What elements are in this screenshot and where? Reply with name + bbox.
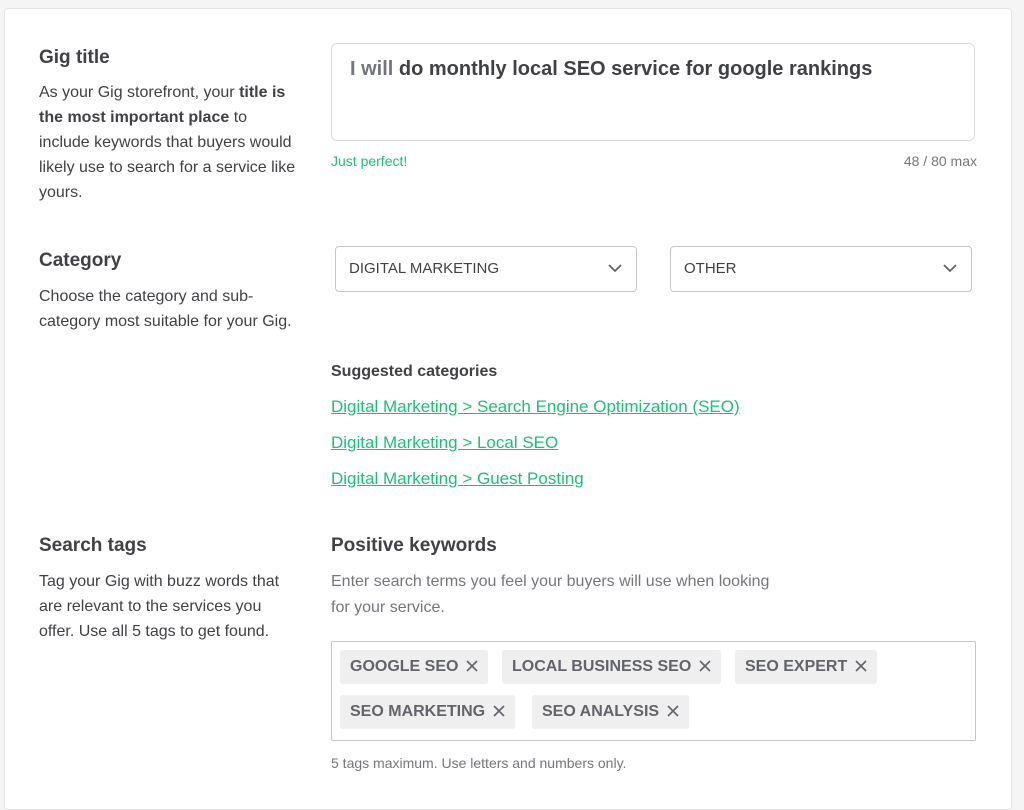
tag-chip: SEO MARKETING xyxy=(340,695,516,729)
tag-chip: SEO ANALYSIS xyxy=(532,695,690,729)
overview-form-card: Gig title As your Gig storefront, your t… xyxy=(4,8,1012,810)
suggested-category-link[interactable]: Digital Marketing > Search Engine Optimi… xyxy=(331,397,740,417)
positive-keywords-description: Enter search terms you feel your buyers … xyxy=(331,573,770,616)
chevron-down-icon xyxy=(943,264,957,273)
tag-label: SEO EXPERT xyxy=(745,658,848,675)
suggested-categories-heading: Suggested categories xyxy=(331,363,498,380)
close-icon[interactable] xyxy=(699,660,711,672)
tag-label: GOOGLE SEO xyxy=(350,658,459,675)
suggested-category-link[interactable]: Digital Marketing > Guest Posting xyxy=(331,469,584,489)
chevron-down-icon xyxy=(608,264,622,273)
tags-note: 5 tags maximum. Use letters and numbers … xyxy=(331,755,627,771)
title-char-counter: 48 / 80 max xyxy=(903,153,977,169)
title-prefix: I will xyxy=(350,58,394,80)
suggested-category-link[interactable]: Digital Marketing > Local SEO xyxy=(331,433,558,453)
close-icon[interactable] xyxy=(667,705,679,717)
close-icon[interactable] xyxy=(855,660,867,672)
title-status: Just perfect! xyxy=(331,153,408,169)
tag-label: LOCAL BUSINESS SEO xyxy=(512,658,692,675)
gig-title-desc-text: As your Gig storefront, your xyxy=(39,84,240,101)
category-description: Choose the category and sub-category mos… xyxy=(39,288,292,330)
gig-title-description: As your Gig storefront, your title is th… xyxy=(39,80,301,205)
search-tags-description: Tag your Gig with buzz words that are re… xyxy=(39,573,280,640)
close-icon[interactable] xyxy=(466,660,479,672)
title-value: do monthly local SEO service for google … xyxy=(398,58,873,80)
category-select[interactable]: DIGITAL MARKETING xyxy=(335,246,637,292)
tag-label: SEO ANALYSIS xyxy=(542,703,660,720)
subcategory-select-value: OTHER xyxy=(684,260,737,277)
gig-title-input[interactable]: I will do monthly local SEO service for … xyxy=(331,43,975,141)
gig-title-heading: Gig title xyxy=(39,47,110,68)
search-tags-heading: Search tags xyxy=(39,535,147,556)
positive-keywords-heading: Positive keywords xyxy=(331,535,497,556)
tag-chip: SEO EXPERT xyxy=(735,650,878,684)
subcategory-select[interactable]: OTHER xyxy=(670,246,972,292)
tag-chip: GOOGLE SEO xyxy=(340,650,489,684)
category-select-value: DIGITAL MARKETING xyxy=(349,260,500,277)
tags-input[interactable]: GOOGLE SEO LOCAL BUSINESS SEO SEO EXPERT… xyxy=(331,641,976,741)
category-heading: Category xyxy=(39,250,122,271)
tag-label: SEO MARKETING xyxy=(350,703,486,720)
tag-chip: LOCAL BUSINESS SEO xyxy=(502,650,722,684)
close-icon[interactable] xyxy=(493,705,505,717)
